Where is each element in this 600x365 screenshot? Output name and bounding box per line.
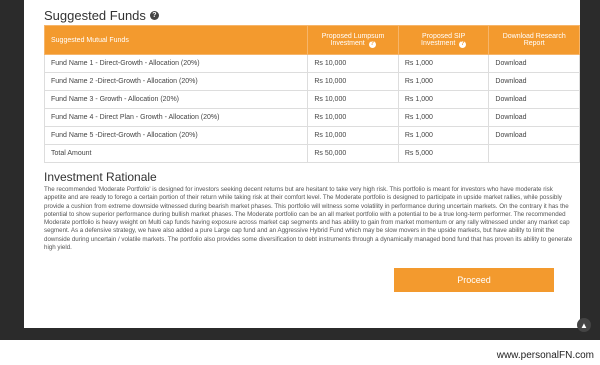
table-header-row: Suggested Mutual Funds Proposed Lumpsum … xyxy=(43,25,580,55)
download-link[interactable]: Download xyxy=(488,126,580,145)
fund-name-cell: Fund Name 1 - Direct-Growth - Allocation… xyxy=(43,54,309,73)
question-circle-icon[interactable]: ? xyxy=(368,40,376,48)
sip-cell: Rs 1,000 xyxy=(397,54,490,73)
total-empty-cell xyxy=(488,144,580,163)
proceed-button[interactable]: Proceed xyxy=(394,268,554,292)
total-lumpsum: Rs 50,000 xyxy=(307,144,399,163)
download-link[interactable]: Download xyxy=(488,90,580,109)
page-title-text: Suggested Funds xyxy=(44,8,146,23)
sip-cell: Rs 1,000 xyxy=(397,108,490,127)
lumpsum-cell: Rs 10,000 xyxy=(307,108,399,127)
header-sip: Proposed SIP Investment ? xyxy=(397,25,490,55)
download-link[interactable]: Download xyxy=(488,72,580,91)
fund-name-cell: Fund Name 3 - Growth - Allocation (20%) xyxy=(43,90,309,109)
chevron-up-icon[interactable]: ▲ xyxy=(577,318,591,332)
rationale-text: The recommended 'Moderate Portfolio' is … xyxy=(44,186,573,252)
lumpsum-cell: Rs 10,000 xyxy=(307,54,399,73)
suggested-funds-table: Suggested Mutual Funds Proposed Lumpsum … xyxy=(43,25,580,163)
table-row: Fund Name 3 - Growth - Allocation (20%) … xyxy=(43,90,580,109)
download-link[interactable]: Download xyxy=(488,108,580,127)
rationale-title: Investment Rationale xyxy=(44,170,157,184)
header-suggested-funds: Suggested Mutual Funds xyxy=(43,25,309,55)
fund-name-cell: Fund Name 4 - Direct Plan - Growth - All… xyxy=(43,108,309,127)
table-row: Fund Name 4 - Direct Plan - Growth - All… xyxy=(43,108,580,127)
lumpsum-cell: Rs 10,000 xyxy=(307,72,399,91)
question-circle-icon[interactable]: ? xyxy=(149,11,159,20)
watermark: www.personalFN.com xyxy=(496,350,594,361)
total-row: Total Amount Rs 50,000 Rs 5,000 xyxy=(43,144,580,163)
table-row: Fund Name 1 - Direct-Growth - Allocation… xyxy=(43,54,580,73)
download-link[interactable]: Download xyxy=(488,54,580,73)
question-circle-icon[interactable]: ? xyxy=(459,40,467,48)
header-download: Download Research Report xyxy=(488,25,580,55)
page-frame: Suggested Funds ? Suggested Mutual Funds… xyxy=(0,0,600,340)
lumpsum-cell: Rs 10,000 xyxy=(307,126,399,145)
total-sip: Rs 5,000 xyxy=(397,144,490,163)
sip-cell: Rs 1,000 xyxy=(397,72,490,91)
header-lumpsum: Proposed Lumpsum Investment ? xyxy=(307,25,399,55)
sip-cell: Rs 1,000 xyxy=(397,126,490,145)
content-panel: Suggested Funds ? Suggested Mutual Funds… xyxy=(24,0,580,328)
table-row: Fund Name 5 -Direct-Growth - Allocation … xyxy=(43,126,580,145)
header-label: Download Research Report xyxy=(502,33,566,47)
lumpsum-cell: Rs 10,000 xyxy=(307,90,399,109)
table-row: Fund Name 2 -Direct-Growth - Allocation … xyxy=(43,72,580,91)
fund-name-cell: Fund Name 2 -Direct-Growth - Allocation … xyxy=(43,72,309,91)
sip-cell: Rs 1,000 xyxy=(397,90,490,109)
header-label: Suggested Mutual Funds xyxy=(51,36,129,44)
page-title: Suggested Funds ? xyxy=(44,8,159,23)
fund-name-cell: Fund Name 5 -Direct-Growth - Allocation … xyxy=(43,126,309,145)
total-label: Total Amount xyxy=(43,144,309,163)
